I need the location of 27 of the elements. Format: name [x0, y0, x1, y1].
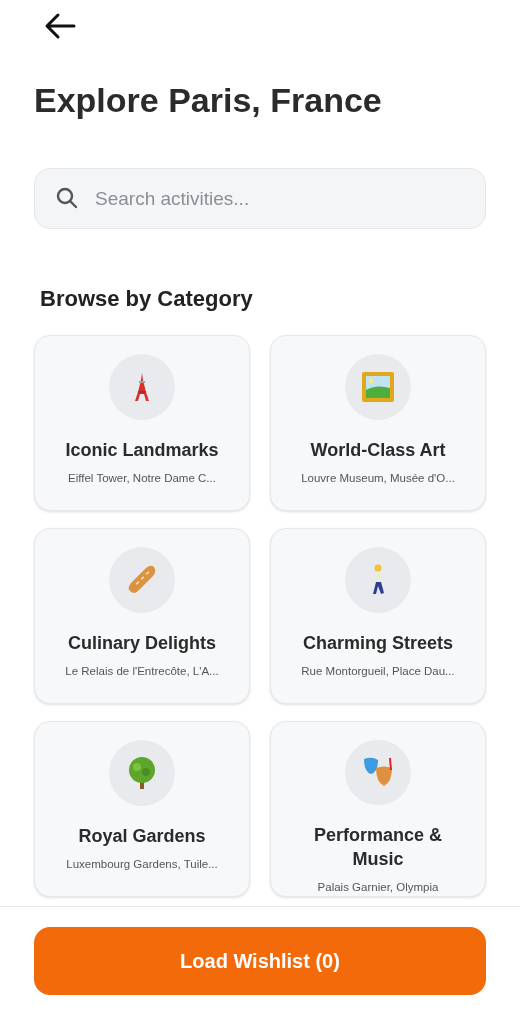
category-card[interactable]: Charming Streets Rue Montorgueil, Place Dau...: [270, 528, 486, 704]
category-title: World-Class Art: [310, 439, 446, 462]
category-card[interactable]: Culinary Delights Le Relais de l'Entrecôte, L'A...: [34, 528, 250, 704]
page-title: Explore Paris, France: [34, 80, 383, 120]
search-icon: [56, 187, 78, 209]
category-card[interactable]: Royal Gardens Luxembourg Gardens, Tuile...: [34, 721, 250, 897]
theater-masks-icon: [361, 756, 395, 789]
category-title: Iconic Landmarks: [65, 439, 219, 462]
category-places: Louvre Museum, Musée d'O...: [301, 471, 455, 486]
framed-picture-icon: [362, 372, 394, 402]
category-title: Charming Streets: [302, 632, 453, 655]
category-places: Rue Montorgueil, Place Dau...: [301, 664, 455, 679]
category-title: Royal Gardens: [78, 825, 206, 848]
category-card[interactable]: Performance & Music Palais Garnier, Olympia: [270, 721, 486, 897]
back-arrow-icon: [44, 12, 76, 40]
category-places: Le Relais de l'Entrecôte, L'A...: [65, 664, 219, 679]
category-title: Culinary Delights: [68, 632, 216, 655]
section-title: Browse by Category: [40, 285, 254, 313]
category-title: Performance & Music: [312, 823, 444, 871]
category-places: Luxembourg Gardens, Tuile...: [66, 857, 218, 872]
category-card[interactable]: World-Class Art Louvre Museum, Musée d'O...: [270, 335, 486, 511]
category-places: Palais Garnier, Olympia: [317, 879, 439, 895]
category-places: Eiffel Tower, Notre Dame C...: [68, 471, 216, 486]
baguette-icon: [126, 564, 158, 596]
search-field[interactable]: Search activities...: [34, 168, 486, 229]
tree-icon: [126, 756, 158, 790]
category-card[interactable]: Iconic Landmarks Eiffel Tower, Notre Dame C...: [34, 335, 250, 511]
